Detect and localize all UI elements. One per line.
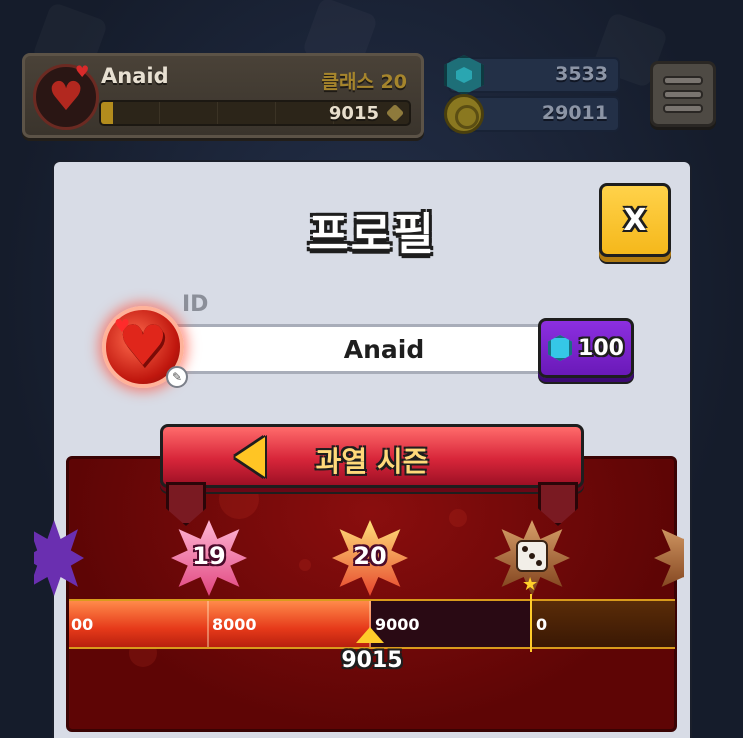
season-banner: 과열 시즌 — [160, 424, 584, 488]
tier-badge-19: 19 — [171, 520, 247, 596]
heart-icon: ♥ — [48, 74, 84, 120]
profile-modal: 프로필 X ID Anaid ♥ ♥ ✎ 100 과열 시즌 19 20 ★ 0… — [34, 162, 690, 738]
close-icon: X — [623, 202, 647, 238]
star-icon: ★ — [522, 574, 539, 595]
menu-button[interactable] — [650, 61, 716, 127]
modal-title: 프로필 — [308, 209, 436, 260]
tick-label: 00 — [71, 615, 94, 634]
coin-counter[interactable]: 29011 — [444, 94, 620, 134]
hamburger-icon — [663, 75, 703, 85]
trophy-icon — [385, 103, 405, 123]
coin-icon — [444, 94, 484, 134]
coin-value: 29011 — [541, 102, 608, 124]
gem-icon — [444, 55, 484, 95]
player-card[interactable]: ♥ ♥ Anaid 클래스 20 9015 — [22, 53, 424, 138]
id-label: ID — [182, 292, 209, 317]
tier-badge-number: 19 — [192, 542, 226, 570]
rename-cost: 100 — [578, 335, 624, 361]
dice-icon — [516, 540, 548, 572]
tick-label: 8000 — [212, 615, 257, 634]
tier-badge-20: 20 — [332, 520, 408, 596]
xp-fill — [101, 102, 114, 124]
gem-counter[interactable]: 3533 — [444, 55, 620, 95]
edit-pencil-icon[interactable]: ✎ — [166, 366, 188, 388]
gem-icon — [548, 335, 573, 361]
tier-badge-number: 20 — [353, 542, 387, 570]
tick-label: 0 — [536, 615, 548, 634]
xp-value: 9015 — [328, 103, 379, 124]
season-title: 과열 시즌 — [315, 445, 429, 478]
id-value: Anaid — [343, 334, 425, 364]
player-name: Anaid — [101, 64, 169, 88]
id-field[interactable]: Anaid — [164, 324, 564, 374]
tier-badge-partial — [654, 520, 684, 596]
xp-bar: 9015 — [99, 100, 411, 126]
class-label: 클래스 20 — [321, 71, 408, 93]
heart-icon: ♥ — [75, 62, 90, 81]
gem-value: 3533 — [555, 63, 608, 85]
current-trophy-value: 9015 — [341, 648, 403, 673]
rename-button[interactable]: 100 — [538, 318, 634, 378]
current-pointer-icon — [356, 627, 384, 643]
tier-badge-partial — [34, 520, 84, 596]
tier-goal-line — [530, 594, 532, 652]
close-button[interactable]: X — [599, 183, 671, 257]
tier-badge-dice: ★ — [494, 520, 570, 596]
heart-icon: ♥ — [114, 316, 131, 337]
